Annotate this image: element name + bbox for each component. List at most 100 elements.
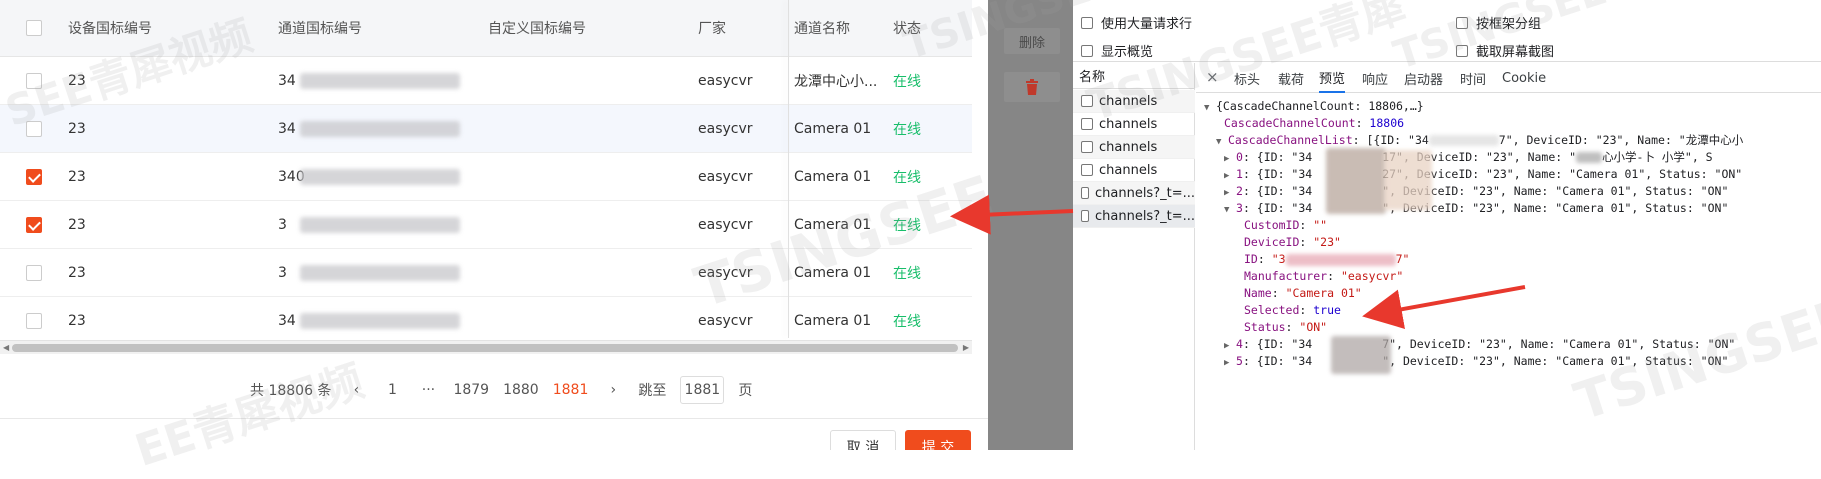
- tab-headers[interactable]: 标头: [1234, 63, 1260, 93]
- cell-status: 在线: [893, 313, 921, 330]
- scroll-right-icon[interactable]: ▶: [963, 341, 969, 355]
- cell-channel-name: Camera 01: [794, 312, 872, 329]
- pagination-total: 共 18806 条: [250, 383, 332, 399]
- json-manufacturer: Manufacturer: "easycvr": [1244, 269, 1404, 283]
- page-1880-button[interactable]: 1880: [503, 382, 539, 398]
- table-row[interactable]: 23 34 easycvr Camera 01 在线: [0, 105, 972, 153]
- jump-unit: 页: [738, 383, 753, 399]
- cell-channel-name: 龙潭中心小...: [794, 73, 878, 90]
- request-item[interactable]: channels?_t=...: [1073, 205, 1195, 228]
- option-capture-screenshots[interactable]: 截取屏幕截图: [1456, 41, 1554, 60]
- tab-cookie[interactable]: Cookie: [1502, 63, 1546, 93]
- checkbox-icon[interactable]: [1081, 16, 1093, 29]
- request-item[interactable]: channels: [1073, 136, 1195, 159]
- request-item[interactable]: channels?_t=...: [1073, 182, 1195, 205]
- request-checkbox-icon[interactable]: [1081, 164, 1093, 176]
- option-show-overview[interactable]: 显示概览: [1081, 41, 1153, 60]
- option-large-rows[interactable]: 使用大量请求行: [1081, 13, 1192, 32]
- expanded-triangle-icon[interactable]: ▼: [1224, 202, 1236, 219]
- row-checkbox[interactable]: [26, 121, 42, 137]
- close-icon[interactable]: ×: [1206, 68, 1219, 86]
- name-column-header: 名称: [1073, 63, 1195, 89]
- prev-page-button[interactable]: ‹: [345, 382, 367, 398]
- tab-response[interactable]: 响应: [1362, 63, 1388, 93]
- page-1-button[interactable]: 1: [381, 382, 403, 398]
- header-device-id: 设备国标编号: [68, 21, 152, 37]
- next-page-button[interactable]: ›: [602, 382, 624, 398]
- row-checkbox[interactable]: [26, 217, 42, 233]
- json-count: CascadeChannelCount: 18806: [1224, 116, 1405, 130]
- cell-channel-id: 3: [278, 216, 287, 233]
- cell-status: 在线: [893, 121, 921, 138]
- scroll-left-icon[interactable]: ◀: [3, 341, 9, 355]
- redaction-blur: [300, 265, 460, 281]
- request-checkbox-icon[interactable]: [1081, 118, 1093, 130]
- cell-channel-name: Camera 01: [794, 120, 872, 137]
- select-all-checkbox[interactable]: [26, 20, 42, 36]
- cell-manufacturer: easycvr: [698, 120, 753, 137]
- json-name: Name: "Camera 01": [1244, 286, 1362, 300]
- footer-divider: [0, 418, 988, 419]
- expanded-triangle-icon[interactable]: ▼: [1204, 100, 1216, 117]
- redaction-blur: [300, 313, 460, 329]
- redaction-blur: [1331, 336, 1391, 374]
- row-checkbox[interactable]: [26, 169, 42, 185]
- horizontal-scrollbar[interactable]: ◀ ▶: [0, 340, 972, 354]
- cell-status: 在线: [893, 169, 921, 186]
- scrollbar-thumb[interactable]: [12, 344, 958, 352]
- request-checkbox-icon[interactable]: [1081, 141, 1093, 153]
- collapsed-triangle-icon[interactable]: ▶: [1224, 355, 1236, 372]
- checkbox-icon[interactable]: [1081, 44, 1093, 57]
- request-checkbox-icon[interactable]: [1081, 187, 1089, 199]
- header-channel-name: 通道名称: [794, 21, 850, 37]
- cell-channel-id: 3: [278, 264, 287, 281]
- request-list: 名称 channels channels channels channels chann…: [1073, 63, 1195, 450]
- pagination-ellipsis[interactable]: ···: [417, 382, 439, 398]
- tab-preview[interactable]: 预览: [1319, 63, 1346, 93]
- request-checkbox-icon[interactable]: [1081, 210, 1089, 222]
- cell-manufacturer: easycvr: [698, 264, 753, 281]
- trash-icon[interactable]: [1004, 72, 1060, 102]
- checkbox-icon[interactable]: [1456, 16, 1468, 29]
- cell-device-id: 23: [68, 72, 86, 89]
- cell-status: 在线: [893, 73, 921, 90]
- tab-timing[interactable]: 时间: [1460, 63, 1486, 93]
- option-group-by-frame[interactable]: 按框架分组: [1456, 13, 1541, 32]
- request-checkbox-icon[interactable]: [1081, 95, 1093, 107]
- page-1881-button[interactable]: 1881: [553, 382, 589, 398]
- row-checkbox[interactable]: [26, 265, 42, 281]
- checkbox-icon[interactable]: [1456, 44, 1468, 57]
- cell-device-id: 23: [68, 216, 86, 233]
- cancel-button[interactable]: 取 消: [830, 430, 896, 450]
- header-status: 状态: [893, 21, 921, 37]
- table-row[interactable]: 23 3 easycvr Camera 01 在线: [0, 201, 972, 249]
- cell-status: 在线: [893, 217, 921, 234]
- table-row[interactable]: 23 340 easycvr Camera 01 在线: [0, 153, 972, 201]
- request-item[interactable]: channels: [1073, 113, 1195, 136]
- request-item[interactable]: channels: [1073, 159, 1195, 182]
- jump-page-input[interactable]: [680, 376, 725, 404]
- cell-device-id: 23: [68, 168, 86, 185]
- cell-channel-id: 34: [278, 72, 296, 89]
- json-list-item[interactable]: ▶ 5: {ID: "34 ", DeviceID: "23", Name: "Ca…: [1224, 353, 1728, 372]
- page-1879-button[interactable]: 1879: [453, 382, 489, 398]
- row-checkbox[interactable]: [26, 73, 42, 89]
- table-row[interactable]: 23 34 easycvr Camera 01 在线: [0, 297, 972, 345]
- tab-payload[interactable]: 载荷: [1278, 63, 1304, 93]
- tab-initiator[interactable]: 启动器: [1404, 63, 1443, 93]
- submit-button[interactable]: 提 交: [905, 430, 971, 450]
- jump-label: 跳至: [638, 383, 667, 399]
- cell-channel-name: Camera 01: [794, 216, 872, 233]
- json-device-id: DeviceID: "23": [1244, 235, 1341, 249]
- request-item[interactable]: channels: [1073, 90, 1195, 113]
- background-page-overlay: [988, 0, 1073, 450]
- redaction-blur: [300, 217, 460, 233]
- pagination: 共 18806 条 ‹ 1 ··· 1879 1880 1881 › 跳至 页: [250, 376, 752, 404]
- table-row[interactable]: 23 34 easycvr 龙潭中心小... 在线: [0, 57, 972, 105]
- fixed-column-shadow: [788, 0, 789, 338]
- row-checkbox[interactable]: [26, 313, 42, 329]
- table-row[interactable]: 23 3 easycvr Camera 01 在线: [0, 249, 972, 297]
- redaction-blur: [300, 121, 460, 137]
- delete-button[interactable]: 删除: [1004, 28, 1060, 54]
- redaction-blur: [1384, 150, 1432, 210]
